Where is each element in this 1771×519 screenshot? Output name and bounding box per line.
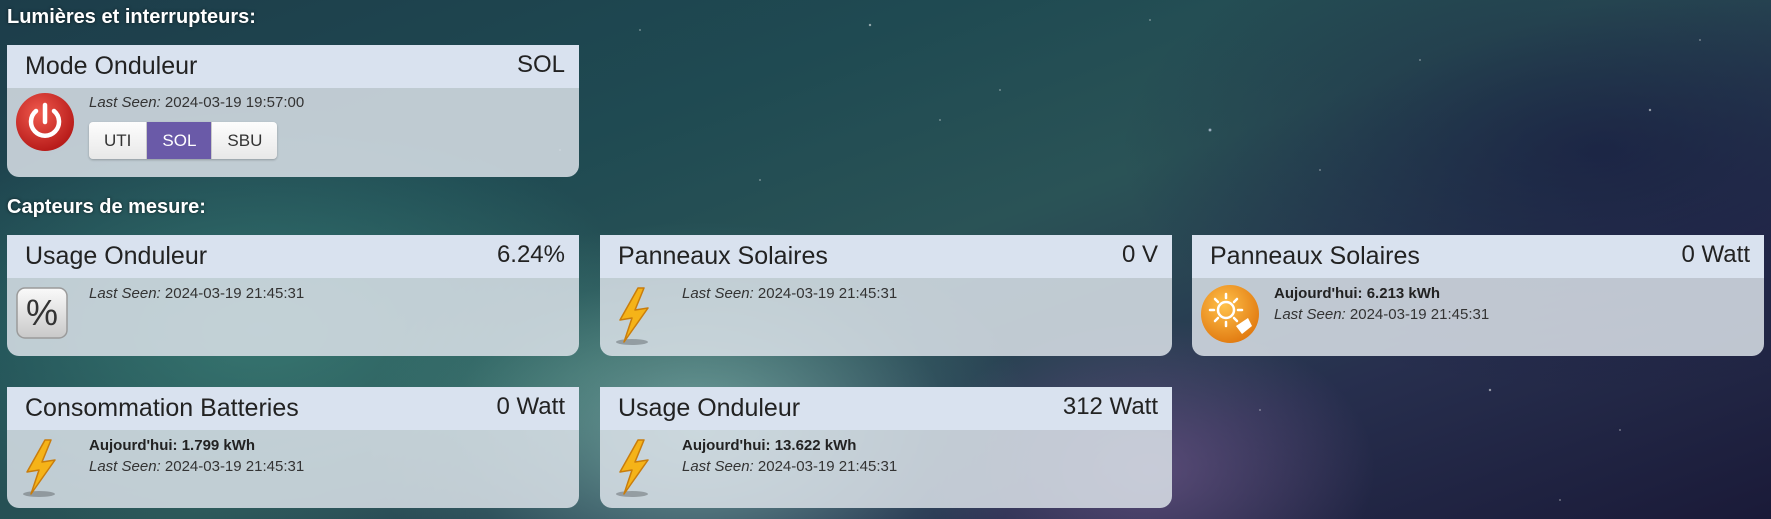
battery-info: Aujourd'hui: 1.799 kWh Last Seen: 2024-0… bbox=[89, 435, 304, 477]
card-name: Panneaux Solaires bbox=[1210, 242, 1420, 270]
card-header: Mode Onduleur SOL bbox=[7, 45, 579, 88]
last-seen-info: Last Seen: 2024-03-19 21:45:31 bbox=[89, 283, 304, 304]
card-header: Consommation Batteries 0 Watt bbox=[7, 387, 579, 430]
card-name: Panneaux Solaires bbox=[618, 242, 828, 270]
solar-icon[interactable] bbox=[1200, 284, 1262, 346]
today-value: 1.799 kWh bbox=[181, 437, 256, 454]
solar-info: Aujourd'hui: 6.213 kWh Last Seen: 2024-0… bbox=[1274, 283, 1489, 325]
today-label: Aujourd'hui: bbox=[1274, 285, 1363, 302]
sensor-card-solar-power: Panneaux Solaires 0 Watt Aujourd'hui: 6.… bbox=[1192, 235, 1764, 356]
section-title-sensors: Capteurs de mesure: bbox=[7, 196, 206, 218]
today-label: Aujourd'hui: bbox=[682, 437, 771, 454]
last-seen-value: 2024-03-19 21:45:31 bbox=[757, 285, 898, 302]
card-value: 0 Watt bbox=[496, 393, 565, 420]
mode-button-uti[interactable]: UTI bbox=[89, 122, 148, 159]
last-seen-info: Last Seen: 2024-03-19 19:57:00 bbox=[89, 92, 304, 113]
mode-onduleur-card: Mode Onduleur SOL Last Seen: 2024-03-19 … bbox=[7, 45, 579, 177]
sensor-card-usage-percent: Usage Onduleur 6.24% % Last Seen: 2024-0… bbox=[7, 235, 579, 356]
card-name: Usage Onduleur bbox=[618, 394, 801, 422]
card-value: 6.24% bbox=[496, 241, 565, 268]
today-label: Aujourd'hui: bbox=[89, 437, 178, 454]
lightning-icon[interactable] bbox=[15, 438, 77, 500]
last-seen-value: 2024-03-19 21:45:31 bbox=[757, 458, 898, 475]
card-header: Panneaux Solaires 0 Watt bbox=[1192, 235, 1764, 278]
last-seen-value: 2024-03-19 21:45:31 bbox=[164, 458, 305, 475]
svg-text:%: % bbox=[26, 292, 58, 333]
last-seen-label: Last Seen: bbox=[89, 285, 161, 302]
card-name: Usage Onduleur bbox=[25, 242, 208, 270]
sensor-card-battery-consumption: Consommation Batteries 0 Watt Aujourd'hu… bbox=[7, 387, 579, 508]
last-seen-value: 2024-03-19 21:45:31 bbox=[164, 285, 305, 302]
sensor-card-inverter-power: Usage Onduleur 312 Watt Aujourd'hui: 13.… bbox=[600, 387, 1172, 508]
card-value: 0 V bbox=[1121, 241, 1158, 268]
card-name: Mode Onduleur bbox=[25, 52, 198, 80]
card-value: 312 Watt bbox=[1062, 393, 1158, 420]
card-header: Panneaux Solaires 0 V bbox=[600, 235, 1172, 278]
card-header: Usage Onduleur 6.24% bbox=[7, 235, 579, 278]
last-seen-value: 2024-03-19 19:57:00 bbox=[164, 94, 305, 111]
mode-button-sol[interactable]: SOL bbox=[147, 122, 213, 159]
inverter-info: Aujourd'hui: 13.622 kWh Last Seen: 2024-… bbox=[682, 435, 897, 477]
last-seen-info: Last Seen: 2024-03-19 21:45:31 bbox=[682, 283, 897, 304]
today-value: 13.622 kWh bbox=[774, 437, 857, 454]
power-icon[interactable] bbox=[15, 92, 77, 154]
card-name: Consommation Batteries bbox=[25, 394, 299, 422]
today-value: 6.213 kWh bbox=[1366, 285, 1441, 302]
last-seen-label: Last Seen: bbox=[682, 458, 754, 475]
last-seen-label: Last Seen: bbox=[89, 94, 161, 111]
section-title-switches: Lumières et interrupteurs: bbox=[7, 6, 256, 28]
mode-selector: UTI SOL SBU bbox=[89, 122, 278, 159]
last-seen-label: Last Seen: bbox=[89, 458, 161, 475]
sensor-card-solar-voltage: Panneaux Solaires 0 V Last Seen: 2024-03… bbox=[600, 235, 1172, 356]
lightning-icon[interactable] bbox=[608, 438, 670, 500]
last-seen-value: 2024-03-19 21:45:31 bbox=[1349, 306, 1490, 323]
card-value: SOL bbox=[516, 51, 565, 78]
last-seen-label: Last Seen: bbox=[682, 285, 754, 302]
last-seen-label: Last Seen: bbox=[1274, 306, 1346, 323]
card-value: 0 Watt bbox=[1681, 241, 1750, 268]
mode-button-sbu[interactable]: SBU bbox=[212, 122, 278, 159]
lightning-icon[interactable] bbox=[608, 286, 670, 348]
percent-icon[interactable]: % bbox=[15, 286, 77, 348]
card-header: Usage Onduleur 312 Watt bbox=[600, 387, 1172, 430]
